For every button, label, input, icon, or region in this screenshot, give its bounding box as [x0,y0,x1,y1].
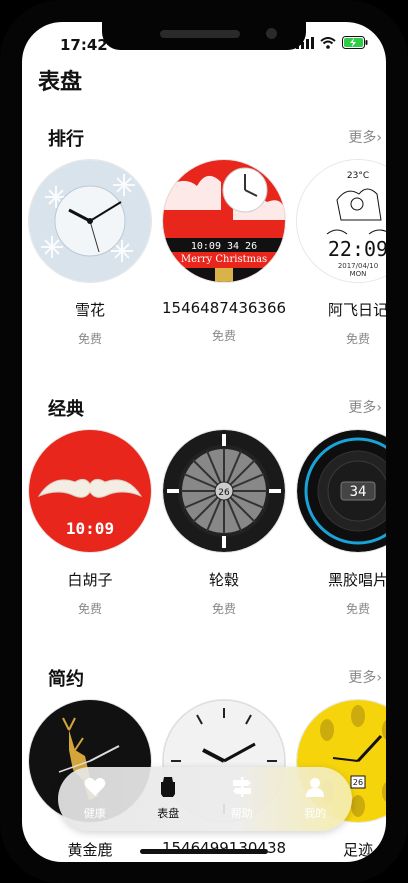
section-title: 排行 [48,129,84,150]
phone-frame: 17:42 表盘 排行 更多› 雪花 免费 10:09 34 26 Merry … [0,0,408,883]
face-day: MON [350,270,367,278]
tab-help[interactable]: 帮助 [212,777,272,821]
more-label: 更多 [348,400,377,416]
watchface-price: 免费 [211,329,236,343]
watchface-name: 1546499130438 [162,839,287,857]
watchface-price: 免费 [211,602,236,616]
tab-profile[interactable]: 我的 [285,777,345,821]
tab-label: 健康 [83,807,106,820]
face-time: 10:09 34 26 [191,241,257,252]
app-screen: 17:42 表盘 排行 更多› 雪花 免费 10:09 34 26 Merry … [22,22,386,862]
heart-icon [84,777,106,796]
face-greeting: Merry Christmas [181,254,267,265]
more-link[interactable]: 更多› [348,667,382,687]
watchface-price: 免费 [77,332,102,346]
speaker [160,30,240,38]
tab-health[interactable]: 健康 [65,777,125,821]
more-link[interactable]: 更多› [348,397,382,417]
watchface-card[interactable]: 10:09 34 26 Merry Christmas 154648743636… [162,159,286,344]
face-date: 26 [218,488,230,498]
watchface-name: 白胡子 [67,571,113,589]
watchface-name: 足迹 [342,841,373,859]
more-label: 更多 [348,130,377,146]
face-temperature: 23°C [347,171,369,181]
watchface-price: 免费 [77,602,102,616]
watchface-snowflake [28,159,152,283]
tab-label: 帮助 [230,807,253,820]
camera [266,28,277,39]
status-icons [296,36,368,49]
watchface-mustache: 10:09 [28,429,152,553]
watchface-name: 轮毂 [208,571,239,589]
chevron-right-icon: › [376,130,382,146]
section-title: 经典 [48,399,84,420]
home-indicator[interactable] [140,849,268,854]
watchface-card[interactable]: 34 黑胶唱片 免费 [296,429,386,617]
watchface-name: 雪花 [74,301,105,319]
tab-label: 表盘 [157,807,180,820]
watchface-name: 1546487436366 [162,299,287,317]
status-time: 17:42 [60,36,108,54]
notch [102,22,306,50]
watchface-price: 免费 [345,332,370,346]
face-date: 26 [353,778,363,787]
face-time: 22:09 [328,237,386,261]
wifi-icon [320,36,336,49]
watchface-wheel: 26 [162,429,286,553]
watchface-card[interactable]: 10:09 白胡子 免费 [28,429,152,617]
tab-label: 我的 [304,807,327,820]
face-date: 2017/04/10 [338,262,378,270]
watch-icon [161,777,176,797]
tab-bar: 健康 表盘 帮助 我的 [58,767,352,831]
section-title: 简约 [48,669,84,690]
more-label: 更多 [348,670,377,686]
watchface-christmas: 10:09 34 26 Merry Christmas [162,159,286,283]
battery-charging-icon [342,36,368,49]
watchface-name: 黄金鹿 [67,841,113,859]
signpost-icon [232,777,251,797]
chevron-right-icon: › [376,400,382,416]
more-link[interactable]: 更多› [348,127,382,147]
chevron-right-icon: › [376,670,382,686]
tab-watchface[interactable]: 表盘 [138,777,198,821]
watchface-vinyl: 34 [296,429,386,553]
watchface-name: 黑胶唱片 [327,571,386,589]
page-title: 表盘 [38,70,83,95]
watchface-diary: 23°C 22:09 2017/04/10 MON [296,159,386,283]
watchface-name: 阿飞日记 [327,301,386,319]
face-time: 10:09 [66,519,114,538]
face-time: 34 [350,484,367,500]
watchface-card[interactable]: 26 轮毂 免费 [162,429,286,617]
person-icon [306,778,325,797]
watchface-card[interactable]: 23°C 22:09 2017/04/10 MON 阿飞日记 免费 [296,159,386,347]
watchface-price: 免费 [345,602,370,616]
watchface-card[interactable]: 雪花 免费 [28,159,152,347]
